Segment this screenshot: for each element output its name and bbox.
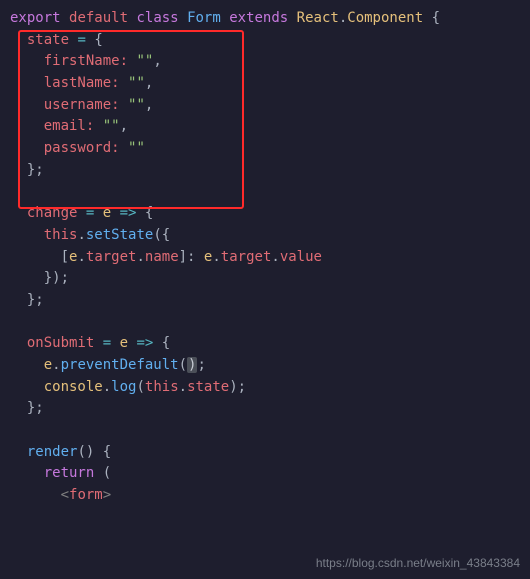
form-tag: form bbox=[69, 487, 103, 503]
component: Component bbox=[347, 10, 423, 26]
preventdefault-call: preventDefault bbox=[61, 357, 179, 373]
cursor: ) bbox=[187, 357, 197, 373]
classname: Form bbox=[187, 10, 221, 26]
kw-default: default bbox=[69, 10, 128, 26]
setstate-call: setState bbox=[86, 227, 153, 243]
field-email: email: bbox=[44, 118, 95, 134]
field-username: username: bbox=[44, 97, 120, 113]
change-fn: change bbox=[27, 205, 78, 221]
brace-open: { bbox=[432, 10, 440, 26]
log-call: log bbox=[111, 379, 136, 395]
render-fn: render bbox=[27, 444, 78, 460]
field-password: password: bbox=[44, 140, 120, 156]
state-close: }; bbox=[27, 162, 44, 178]
kw-extends: extends bbox=[229, 10, 288, 26]
empty-string: "" bbox=[128, 75, 145, 91]
this-kw: this bbox=[44, 227, 78, 243]
empty-string: "" bbox=[128, 140, 145, 156]
react-ns: React bbox=[297, 10, 339, 26]
watermark: https://blog.csdn.net/weixin_43843384 bbox=[316, 554, 520, 573]
kw-export: export bbox=[10, 10, 61, 26]
field-lastname: lastName: bbox=[44, 75, 120, 91]
code-block: export default class Form extends React.… bbox=[0, 0, 530, 515]
empty-string: "" bbox=[103, 118, 120, 134]
empty-string: "" bbox=[136, 53, 153, 69]
state-open: state bbox=[27, 32, 69, 48]
kw-return: return bbox=[44, 465, 95, 481]
console-obj: console bbox=[44, 379, 103, 395]
onsubmit-fn: onSubmit bbox=[27, 335, 94, 351]
field-firstname: firstName: bbox=[44, 53, 128, 69]
empty-string: "" bbox=[128, 97, 145, 113]
dot: . bbox=[339, 10, 347, 26]
kw-class: class bbox=[136, 10, 178, 26]
